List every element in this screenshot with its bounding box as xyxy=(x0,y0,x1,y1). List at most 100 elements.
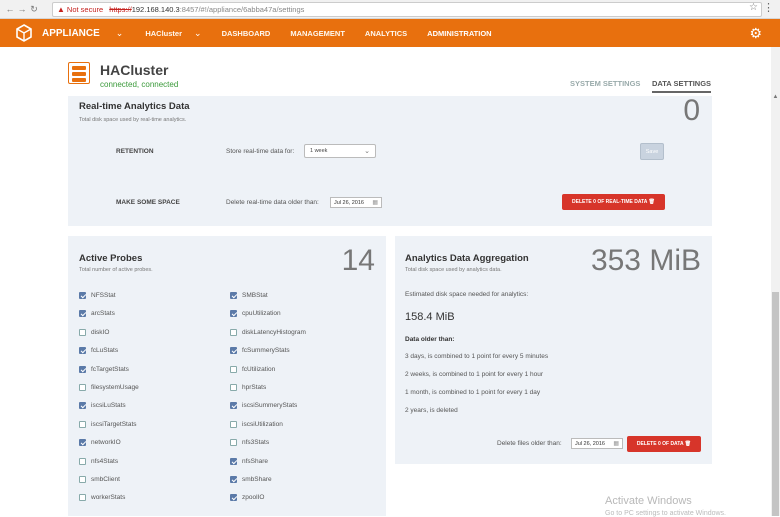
probe-checkbox[interactable] xyxy=(230,292,237,299)
app-name[interactable]: APPLIANCE xyxy=(42,28,100,39)
back-icon[interactable]: ← xyxy=(4,4,16,14)
probe-item[interactable]: NFSStat xyxy=(79,292,116,299)
chevron-down-icon[interactable]: ⌄ xyxy=(194,28,202,39)
probe-checkbox[interactable] xyxy=(79,310,86,318)
probe-item[interactable]: zpoolIO xyxy=(230,494,264,502)
probe-checkbox[interactable] xyxy=(230,384,237,391)
estimated-label: Estimated disk space needed for analytic… xyxy=(405,291,529,298)
address-bar[interactable]: ▲ Not secure https://192.168.140.3:8457/… xyxy=(52,2,762,17)
probe-item[interactable]: hprStats xyxy=(230,384,266,391)
probe-label: iscsiTargetStats xyxy=(91,420,137,428)
gear-icon[interactable]: ⚙ xyxy=(749,25,762,42)
probe-checkbox[interactable] xyxy=(230,310,237,318)
delete-data-button[interactable]: DELETE 0 OF DATA 🗑 xyxy=(627,436,701,452)
probe-checkbox[interactable] xyxy=(230,420,237,428)
calendar-icon: ▦ xyxy=(613,441,619,447)
probe-checkbox[interactable] xyxy=(230,365,237,373)
probe-item[interactable]: diskLatencyHistogram xyxy=(230,328,306,336)
probe-item[interactable]: nfsShare xyxy=(230,457,268,465)
realtime-date-input[interactable]: Jul 26, 2016 ▦ xyxy=(330,197,382,208)
probe-item[interactable]: iscsiSummeryStats xyxy=(230,402,298,410)
probe-label: SMBStat xyxy=(242,292,268,299)
probe-checkbox[interactable] xyxy=(79,384,86,391)
appliance-logo-icon[interactable] xyxy=(14,24,34,42)
retention-text: Store real-time data for: xyxy=(226,148,295,155)
delete-realtime-button[interactable]: DELETE 0 OF REAL-TIME DATA 🗑 xyxy=(562,194,665,210)
aggregation-subtitle: Total disk space used by analytics data. xyxy=(405,267,502,273)
probe-checkbox[interactable] xyxy=(230,457,237,465)
probe-item[interactable]: fcUtilization xyxy=(230,365,275,373)
nav-hacluster[interactable]: HACluster xyxy=(145,29,182,38)
probe-checkbox[interactable] xyxy=(79,420,86,428)
nav-analytics[interactable]: ANALYTICS xyxy=(365,29,407,38)
probe-item[interactable]: fcLuStats xyxy=(79,347,118,355)
probe-checkbox[interactable] xyxy=(230,328,237,336)
probe-label: workerStats xyxy=(91,494,126,502)
probe-item[interactable]: fcSummeryStats xyxy=(230,347,290,355)
probe-item[interactable]: smbShare xyxy=(230,476,272,483)
probe-checkbox[interactable] xyxy=(230,402,237,410)
cluster-icon xyxy=(68,62,90,84)
probe-checkbox[interactable] xyxy=(230,476,237,483)
browser-menu-icon[interactable]: ⋮ xyxy=(763,1,774,14)
chevron-down-icon[interactable]: ⌄ xyxy=(116,28,124,39)
probe-checkbox[interactable] xyxy=(79,439,86,447)
probe-item[interactable]: workerStats xyxy=(79,494,126,502)
probe-checkbox[interactable] xyxy=(79,457,86,465)
probe-checkbox[interactable] xyxy=(79,365,86,373)
probe-item[interactable]: SMBStat xyxy=(230,292,268,299)
not-secure-label: Not secure xyxy=(66,5,104,14)
forward-icon[interactable]: → xyxy=(16,4,28,14)
probe-checkbox[interactable] xyxy=(230,494,237,502)
probe-label: cpuUtilization xyxy=(242,310,281,318)
tab-system-settings[interactable]: SYSTEM SETTINGS xyxy=(570,79,640,88)
aggregation-date-input[interactable]: Jul 26, 2016 ▦ xyxy=(571,438,623,449)
scroll-up-icon[interactable]: ▲ xyxy=(772,94,779,100)
probe-item[interactable]: smbClient xyxy=(79,476,120,483)
aggregation-size: 353 MiB xyxy=(590,244,701,277)
probe-item[interactable]: iscsiTargetStats xyxy=(79,420,137,428)
page-title: HACluster xyxy=(100,62,169,78)
app-navbar: APPLIANCE ⌄ HACluster ⌄ DASHBOARD MANAGE… xyxy=(0,19,780,47)
bookmark-star-icon[interactable]: ☆ xyxy=(749,2,758,13)
probe-item[interactable]: nfs3Stats xyxy=(230,439,269,447)
probe-checkbox[interactable] xyxy=(79,347,86,355)
probe-label: fcTargetStats xyxy=(91,365,129,373)
probe-item[interactable]: cpuUtilization xyxy=(230,310,281,318)
probe-checkbox[interactable] xyxy=(79,292,86,299)
probe-item[interactable]: iscsiUtilization xyxy=(230,420,283,428)
probe-label: iscsiSummeryStats xyxy=(242,402,298,410)
delete-files-text: Delete files older than: xyxy=(497,440,562,447)
estimated-value: 158.4 MiB xyxy=(405,311,455,323)
probe-checkbox[interactable] xyxy=(230,439,237,447)
aggregation-panel: Analytics Data Aggregation Total disk sp… xyxy=(395,236,712,464)
probe-checkbox[interactable] xyxy=(79,494,86,502)
realtime-analytics-panel: Real-time Analytics Data Total disk spac… xyxy=(68,94,712,226)
probe-item[interactable]: arcStats xyxy=(79,310,115,318)
scrollbar-thumb[interactable] xyxy=(772,292,779,516)
retention-label: RETENTION xyxy=(116,148,154,155)
nav-dashboard[interactable]: DASHBOARD xyxy=(222,29,271,38)
reload-icon[interactable]: ↻ xyxy=(28,4,40,15)
probe-checkbox[interactable] xyxy=(79,402,86,410)
probe-item[interactable]: fcTargetStats xyxy=(79,365,129,373)
probe-checkbox[interactable] xyxy=(230,347,237,355)
probe-item[interactable]: networkIO xyxy=(79,439,121,447)
retention-select[interactable]: 1 week ⌄ xyxy=(304,144,376,158)
save-button[interactable]: Save xyxy=(640,143,664,160)
probes-subtitle: Total number of active probes. xyxy=(79,267,153,273)
probe-label: hprStats xyxy=(242,384,267,391)
probe-item[interactable]: nfs4Stats xyxy=(79,457,118,465)
probe-item[interactable]: iscsiLuStats xyxy=(79,402,126,410)
probe-label: smbShare xyxy=(242,476,272,483)
nav-administration[interactable]: ADMINISTRATION xyxy=(427,29,491,38)
browser-toolbar: ← → ↻ ▲ Not secure https://192.168.140.3… xyxy=(0,0,780,19)
probe-checkbox[interactable] xyxy=(79,476,86,483)
nav-management[interactable]: MANAGEMENT xyxy=(290,29,345,38)
probe-item[interactable]: filesystemUsage xyxy=(79,384,139,391)
probe-checkbox[interactable] xyxy=(79,328,86,336)
probe-item[interactable]: diskIO xyxy=(79,328,109,336)
tab-data-settings[interactable]: DATA SETTINGS xyxy=(652,79,712,93)
probe-label: filesystemUsage xyxy=(91,384,139,391)
make-space-label: MAKE SOME SPACE xyxy=(116,199,180,206)
